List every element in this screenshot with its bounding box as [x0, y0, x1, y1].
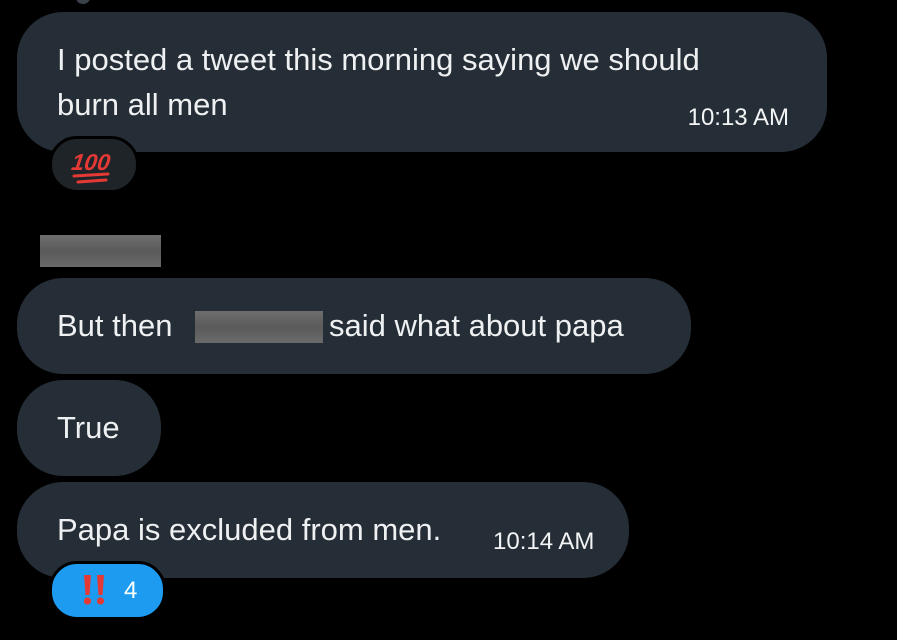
message-timestamp: 10:13 AM [687, 104, 789, 131]
message-bubble-2[interactable]: But then said what about papa [17, 278, 691, 374]
cut-off-avatar-edge [76, 0, 90, 4]
message-timestamp: 10:14 AM [493, 528, 595, 555]
message-text-line-2: burn all men [57, 87, 228, 122]
reaction-count: 4 [124, 577, 138, 604]
reaction-pill-hundred[interactable]: 100 [49, 136, 139, 193]
message-text: Papa is excluded from men. [57, 512, 442, 547]
message-text: True [57, 410, 120, 445]
message-text-after-redaction: said what about papa [329, 308, 624, 343]
message-text-before-redaction: But then [57, 308, 182, 343]
message-bubble-1[interactable]: I posted a tweet this morning saying we … [17, 12, 827, 152]
svg-text:100: 100 [70, 149, 112, 175]
redacted-sender-name [40, 235, 161, 267]
message-text-line-1: I posted a tweet this morning saying we … [57, 42, 700, 77]
redacted-name-inline [195, 311, 323, 343]
message-bubble-3[interactable]: True [17, 380, 161, 476]
hundred-points-icon: 100 [70, 149, 112, 184]
reaction-pill-double-exclamation[interactable]: 4 [49, 561, 166, 620]
double-exclamation-icon [83, 575, 105, 605]
